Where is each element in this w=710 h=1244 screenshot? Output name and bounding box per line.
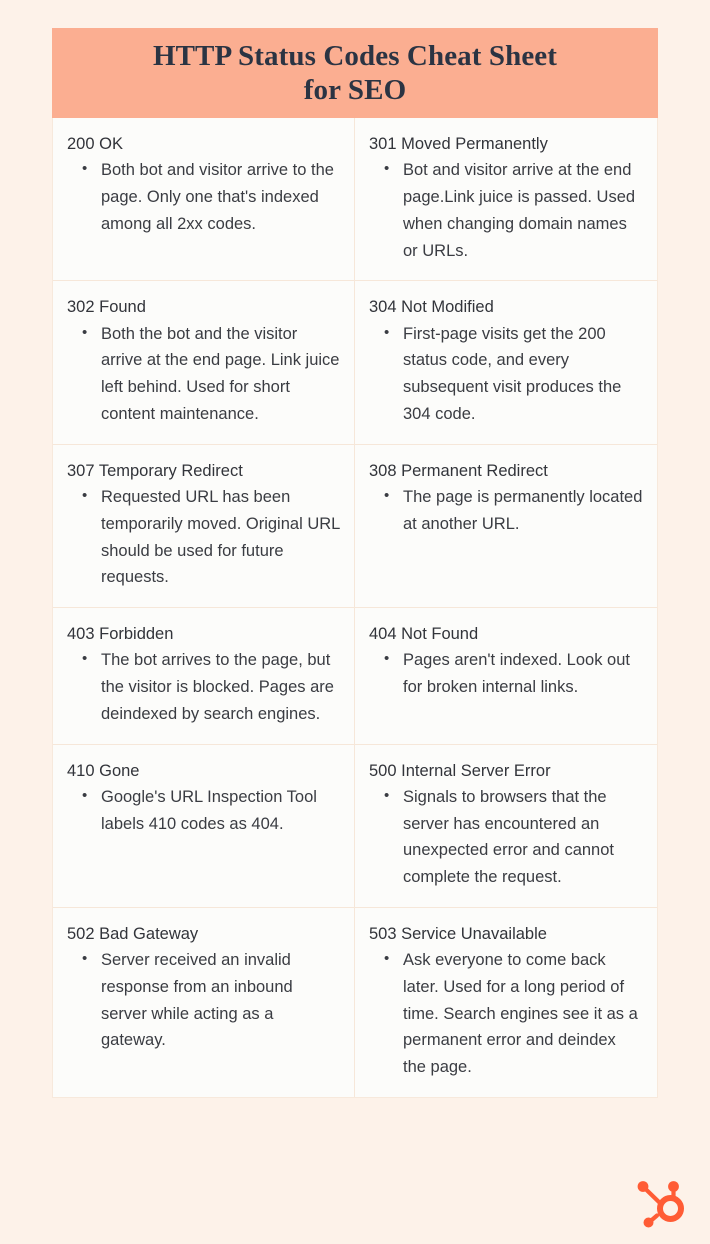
- table-row: 403 Forbidden The bot arrives to the page…: [53, 607, 657, 745]
- status-code-title: 503 Service Unavailable: [369, 924, 547, 943]
- list-item: Both bot and visitor arrive to the page.…: [80, 157, 340, 237]
- table-row: 200 OK Both bot and visitor arrive to the…: [53, 118, 657, 282]
- list-item: Pages aren't indexed. Look out for broke…: [382, 647, 643, 700]
- status-code-cell: 502 Bad Gateway Server received an invali…: [53, 907, 355, 1097]
- table-row: 302 Found Both the bot and the visitor ar…: [53, 281, 657, 445]
- page-title-line-2: for SEO: [303, 74, 407, 106]
- status-code-title: 410 Gone: [67, 761, 140, 780]
- list-item: The bot arrives to the page, but the vis…: [80, 647, 340, 727]
- status-code-title: 200 OK: [67, 135, 123, 153]
- status-code-description-list: Bot and visitor arrive at the end page.L…: [369, 157, 643, 264]
- status-code-title: 500 Internal Server Error: [369, 761, 551, 780]
- status-code-description-list: Both bot and visitor arrive to the page.…: [67, 157, 340, 237]
- status-code-description-list: Ask everyone to come back later. Used fo…: [369, 947, 643, 1081]
- status-code-cell: 301 Moved Permanently Bot and visitor arr…: [355, 118, 657, 281]
- status-code-cell: 307 Temporary Redirect Requested URL has …: [53, 444, 355, 607]
- list-item: Requested URL has been temporarily moved…: [80, 484, 340, 591]
- status-code-description-list: First-page visits get the 200 status cod…: [369, 321, 643, 428]
- status-code-cell: 308 Permanent Redirect The page is perman…: [355, 444, 657, 607]
- list-item: Signals to browsers that the server has …: [382, 784, 643, 891]
- hubspot-sprocket-logo: [632, 1176, 690, 1234]
- status-code-description-list: Server received an invalid response from…: [67, 947, 340, 1054]
- status-code-title: 403 Forbidden: [67, 624, 174, 643]
- status-code-cell: 410 Gone Google's URL Inspection Tool lab…: [53, 744, 355, 907]
- status-code-description-list: Requested URL has been temporarily moved…: [67, 484, 340, 591]
- list-item: Both the bot and the visitor arrive at t…: [80, 321, 340, 428]
- list-item: First-page visits get the 200 status cod…: [382, 321, 643, 428]
- status-code-description-list: Signals to browsers that the server has …: [369, 784, 643, 891]
- table-row: 410 Gone Google's URL Inspection Tool lab…: [53, 744, 657, 908]
- status-code-cell: 302 Found Both the bot and the visitor ar…: [53, 281, 355, 444]
- page-title: HTTP Status Codes Cheat Sheet for SEO: [141, 39, 569, 107]
- status-code-title: 404 Not Found: [369, 624, 479, 643]
- status-code-description-list: Both the bot and the visitor arrive at t…: [67, 321, 340, 428]
- status-code-table: 200 OK Both bot and visitor arrive to the…: [52, 118, 658, 1098]
- status-code-title: 302 Found: [67, 298, 146, 317]
- list-item: The page is permanently located at anoth…: [382, 484, 643, 537]
- status-code-title: 301 Moved Permanently: [369, 135, 548, 153]
- status-code-description-list: Google's URL Inspection Tool labels 410 …: [67, 784, 340, 837]
- table-row: 502 Bad Gateway Server received an invali…: [53, 907, 657, 1097]
- status-code-cell: 503 Service Unavailable Ask everyone to c…: [355, 907, 657, 1097]
- list-item: Bot and visitor arrive at the end page.L…: [382, 157, 643, 264]
- title-banner: HTTP Status Codes Cheat Sheet for SEO: [52, 28, 658, 118]
- status-code-cell: 404 Not Found Pages aren't indexed. Look …: [355, 607, 657, 744]
- status-code-description-list: The page is permanently located at anoth…: [369, 484, 643, 537]
- status-code-description-list: The bot arrives to the page, but the vis…: [67, 647, 340, 727]
- infographic-page: HTTP Status Codes Cheat Sheet for SEO 20…: [0, 0, 710, 1244]
- table-row: 307 Temporary Redirect Requested URL has …: [53, 444, 657, 608]
- page-title-line-1: HTTP Status Codes Cheat Sheet: [152, 39, 558, 72]
- list-item: Server received an invalid response from…: [80, 947, 340, 1054]
- status-code-cell: 200 OK Both bot and visitor arrive to the…: [53, 118, 355, 281]
- status-code-description-list: Pages aren't indexed. Look out for broke…: [369, 647, 643, 700]
- status-code-title: 502 Bad Gateway: [67, 924, 199, 943]
- status-code-cell: 403 Forbidden The bot arrives to the page…: [53, 607, 355, 744]
- status-code-title: 307 Temporary Redirect: [67, 461, 243, 480]
- status-code-title: 308 Permanent Redirect: [369, 461, 548, 480]
- list-item: Ask everyone to come back later. Used fo…: [382, 947, 643, 1081]
- status-code-cell: 304 Not Modified First-page visits get th…: [355, 281, 657, 444]
- list-item: Google's URL Inspection Tool labels 410 …: [80, 784, 340, 837]
- status-code-title: 304 Not Modified: [369, 298, 494, 317]
- status-code-cell: 500 Internal Server Error Signals to brow…: [355, 744, 657, 907]
